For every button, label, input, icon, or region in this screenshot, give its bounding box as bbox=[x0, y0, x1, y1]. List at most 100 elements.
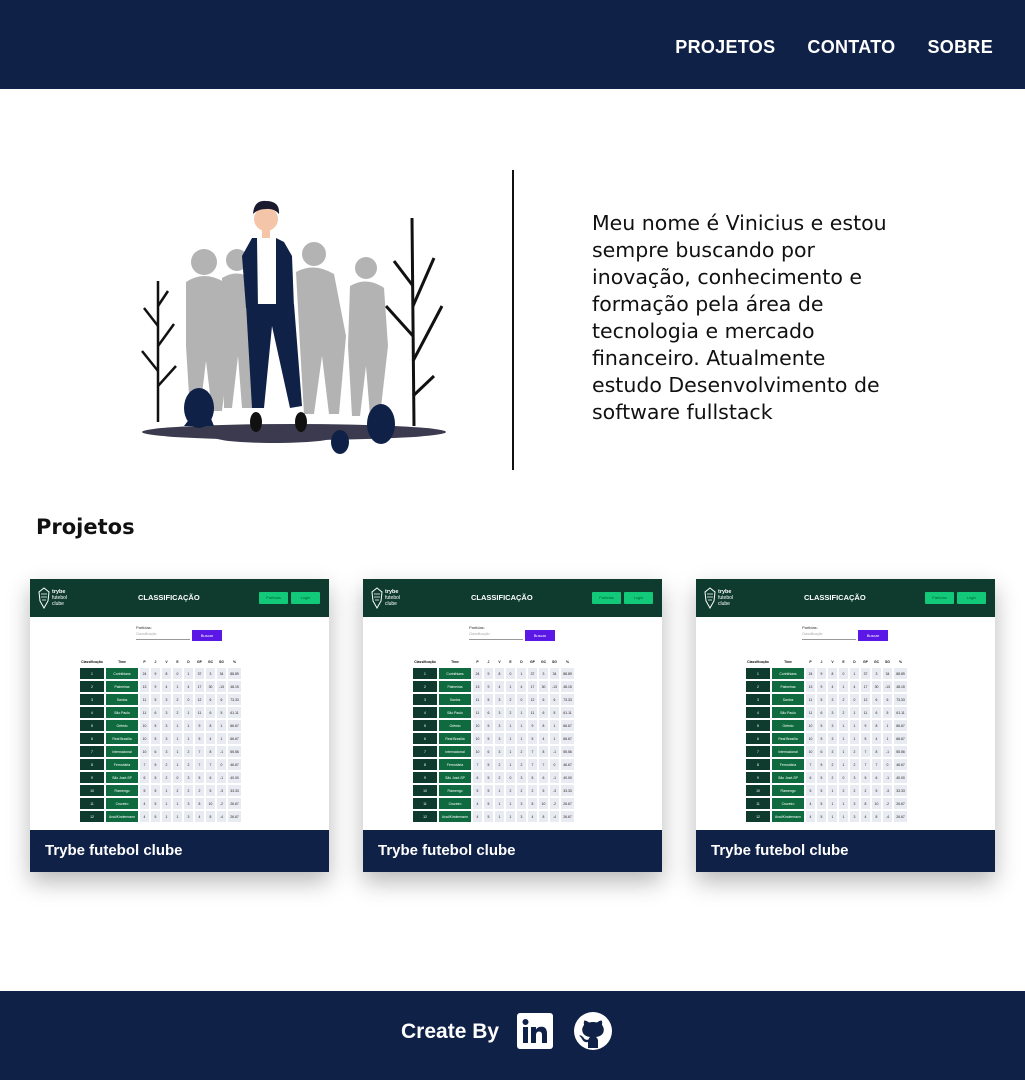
table-row: 11 Cruzeiro 4 5 1 1 3 8 10 -2 26.67 bbox=[80, 798, 241, 809]
preview-header-cell: % bbox=[232, 660, 236, 664]
preview-filter-label: Partidas: bbox=[469, 625, 485, 630]
preview-header: trybe futebol clube CLASSIFICAÇÃO Partid… bbox=[30, 579, 329, 617]
preview-cell: 4 bbox=[539, 733, 548, 744]
preview-cell: 5 bbox=[861, 772, 870, 783]
preview-cell: 4 bbox=[140, 798, 149, 809]
preview-cell: 9 bbox=[151, 668, 160, 679]
preview-login-button: Login bbox=[957, 592, 986, 604]
preview-table: Classificação Time P J V E D GP GC SG% 1 Corinthia… bbox=[78, 656, 243, 824]
table-row: 7 Internacional 10 6 3 1 2 7 8 -1 55.56 bbox=[80, 746, 241, 757]
preview-cell: 5 bbox=[151, 785, 160, 796]
preview-cell: Corinthians bbox=[439, 668, 471, 679]
preview-cell: São José-SP bbox=[439, 772, 471, 783]
preview-cell: 1 bbox=[839, 733, 848, 744]
preview-cell: 7 bbox=[861, 759, 870, 770]
preview-cell: 3 bbox=[184, 811, 193, 822]
preview-cell: 33.33 bbox=[561, 785, 574, 796]
preview-cell: Avaí/Kindermann bbox=[439, 811, 471, 822]
preview-cell: 7 bbox=[195, 746, 204, 757]
preview-cell: 3 bbox=[80, 694, 104, 705]
preview-cell: 1 bbox=[162, 798, 171, 809]
preview-cell: 2 bbox=[528, 785, 537, 796]
preview-filter-input: Classificação bbox=[469, 632, 523, 640]
preview-cell: Avaí/Kindermann bbox=[106, 811, 138, 822]
projects-title: Projetos bbox=[36, 515, 135, 539]
preview-cell: 13 bbox=[806, 681, 815, 692]
preview-cell: 34 bbox=[883, 668, 892, 679]
preview-header-cell: E bbox=[842, 660, 845, 664]
preview-cell: 2 bbox=[495, 772, 504, 783]
preview-header-cell: Classificação bbox=[414, 660, 436, 664]
preview-cell: 30 bbox=[872, 681, 881, 692]
preview-cell: 3 bbox=[850, 798, 859, 809]
preview-cell: Avaí/Kindermann bbox=[772, 811, 804, 822]
project-card[interactable]: trybe futebol clube CLASSIFICAÇÃO Partid… bbox=[696, 579, 995, 872]
preview-cell: 6 bbox=[746, 733, 770, 744]
table-row: 2 Palmeiras 13 9 4 1 4 17 30 -13 48.15 bbox=[80, 681, 241, 692]
table-row: 1 Corinthians 24 9 8 0 1 37 3 34 88.89 bbox=[413, 668, 574, 679]
preview-cell: 40.00 bbox=[894, 772, 907, 783]
preview-cell: 6 bbox=[413, 733, 437, 744]
preview-cell: 2 bbox=[162, 759, 171, 770]
preview-cell: 6 bbox=[206, 694, 215, 705]
preview-cell: 17 bbox=[528, 681, 537, 692]
preview-cell: -2 bbox=[217, 798, 226, 809]
preview-cell: 7 bbox=[528, 759, 537, 770]
table-row: 6 Real Brasília 10 5 3 1 1 5 4 1 66.67 bbox=[413, 733, 574, 744]
preview-cell: 4 bbox=[162, 681, 171, 692]
preview-cell: 46.67 bbox=[894, 759, 907, 770]
table-row: 9 São José-SP 6 5 2 0 3 5 6 -1 40.00 bbox=[413, 772, 574, 783]
preview-cell: 3 bbox=[495, 707, 504, 718]
preview-cell: 3 bbox=[162, 720, 171, 731]
trybe-logo-icon bbox=[704, 587, 716, 609]
project-screenshot: trybe futebol clube CLASSIFICAÇÃO Partid… bbox=[696, 579, 995, 830]
preview-cell: 2 bbox=[839, 694, 848, 705]
preview-cell: -2 bbox=[883, 798, 892, 809]
preview-cell: Palmeiras bbox=[439, 681, 471, 692]
preview-cell: 2 bbox=[413, 681, 437, 692]
hero-illustration bbox=[134, 196, 452, 458]
preview-cell: 1 bbox=[495, 785, 504, 796]
preview-cell: 2 bbox=[828, 759, 837, 770]
preview-cell: 5 bbox=[484, 798, 493, 809]
preview-cell: 10 bbox=[806, 720, 815, 731]
preview-cell: Ferroviária bbox=[772, 759, 804, 770]
preview-cell: 4 bbox=[517, 681, 526, 692]
preview-cell: 24 bbox=[140, 668, 149, 679]
table-row: 4 São Paulo 11 6 3 2 1 11 6 5 61.11 bbox=[80, 707, 241, 718]
preview-cell: 37 bbox=[861, 668, 870, 679]
nav-link-projetos[interactable]: PROJETOS bbox=[675, 37, 775, 58]
preview-cell: 5 bbox=[883, 707, 892, 718]
github-icon[interactable] bbox=[573, 1011, 613, 1051]
preview-cell: 6 bbox=[217, 694, 226, 705]
preview-cell: 40.00 bbox=[561, 772, 574, 783]
preview-cell: 5 bbox=[484, 785, 493, 796]
preview-cell: 12 bbox=[861, 694, 870, 705]
nav-link-contato[interactable]: CONTATO bbox=[807, 37, 895, 58]
preview-cell: 3 bbox=[517, 798, 526, 809]
project-card[interactable]: trybe futebol clube CLASSIFICAÇÃO Partid… bbox=[363, 579, 662, 872]
preview-cell: 1 bbox=[850, 707, 859, 718]
preview-cell: -4 bbox=[217, 811, 226, 822]
preview-header-cell: Time bbox=[118, 660, 126, 664]
preview-cell: 6 bbox=[539, 694, 548, 705]
table-row: 10 Flamengo 5 5 1 2 2 2 5 -3 33.33 bbox=[746, 785, 907, 796]
preview-cell: São José-SP bbox=[106, 772, 138, 783]
preview-cell: 9 bbox=[484, 681, 493, 692]
preview-cell: 2 bbox=[184, 746, 193, 757]
project-card[interactable]: trybe futebol clube CLASSIFICAÇÃO Partid… bbox=[30, 579, 329, 872]
project-screenshot: trybe futebol clube CLASSIFICAÇÃO Partid… bbox=[363, 579, 662, 830]
preview-cell: 6 bbox=[872, 772, 881, 783]
preview-cell: 7 bbox=[806, 759, 815, 770]
preview-cell: 6 bbox=[806, 772, 815, 783]
preview-cell: 11 bbox=[80, 798, 104, 809]
preview-header-cell: Classificação bbox=[747, 660, 769, 664]
preview-cell: São Paulo bbox=[106, 707, 138, 718]
preview-cell: Santos bbox=[772, 694, 804, 705]
preview-cell: 5 bbox=[80, 720, 104, 731]
linkedin-icon[interactable] bbox=[517, 1013, 553, 1049]
preview-cell: 5 bbox=[151, 694, 160, 705]
table-row: 12 Avaí/Kindermann 4 5 1 1 3 4 8 -4 26.67 bbox=[746, 811, 907, 822]
preview-cell: 11 bbox=[806, 707, 815, 718]
nav-link-sobre[interactable]: SOBRE bbox=[927, 37, 993, 58]
